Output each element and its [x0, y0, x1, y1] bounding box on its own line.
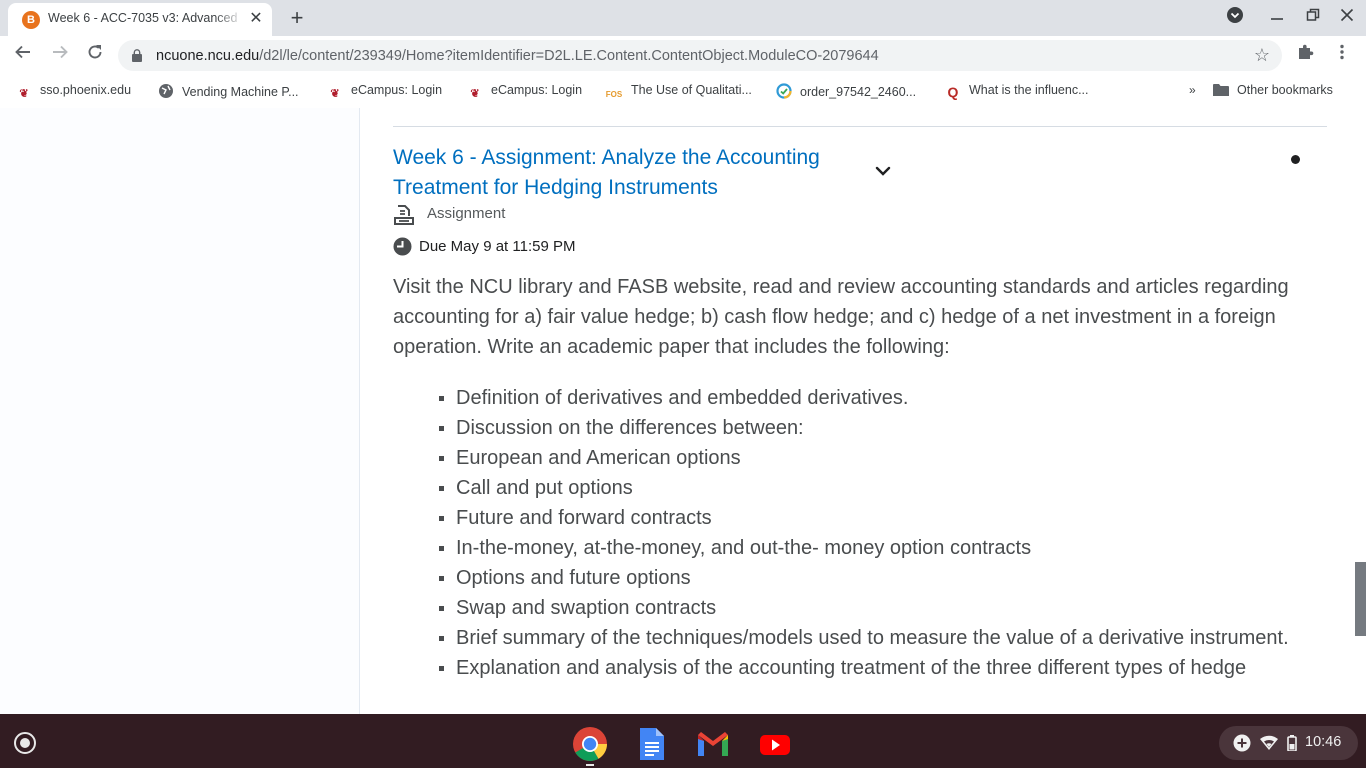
minimize-icon: [1271, 18, 1283, 20]
youtube-app-button[interactable]: [757, 726, 793, 762]
phoenix-icon: ❦: [19, 88, 29, 100]
minimize-button[interactable]: [1264, 6, 1290, 30]
tab-search-icon: [1227, 7, 1243, 23]
circle-check-icon: [776, 83, 792, 99]
back-button[interactable]: [9, 42, 37, 70]
launcher-button[interactable]: [14, 732, 36, 754]
list-item: Explanation and analysis of the accounti…: [439, 653, 1336, 683]
bullet: [439, 546, 444, 551]
docs-app-button[interactable]: [634, 726, 670, 762]
requirements-list: Definition of derivatives and embedded d…: [439, 383, 1336, 683]
bookmark-item[interactable]: Vending Machine P...: [158, 83, 299, 101]
table-of-contents-panel: [0, 108, 360, 714]
add-circle-icon: [1233, 734, 1251, 752]
list-item: Future and forward contracts: [439, 503, 1336, 533]
browser-menu-button[interactable]: [1328, 42, 1356, 70]
google-docs-icon: [640, 728, 664, 760]
kebab-menu-icon: [1340, 44, 1344, 60]
chrome-icon: [573, 727, 607, 761]
list-item: Swap and swaption contracts: [439, 593, 1336, 623]
close-window-button[interactable]: [1334, 6, 1360, 30]
list-item: In-the-money, at-the-money, and out-the-…: [439, 533, 1336, 563]
tab-title: Week 6 - ACC-7035 v3: Advanced: [48, 11, 238, 25]
restore-icon: [1306, 8, 1320, 21]
list-item: Definition of derivatives and embedded d…: [439, 383, 1336, 413]
puzzle-icon: [1299, 44, 1314, 59]
bookmark-item[interactable]: ❦ sso.phoenix.edu: [16, 83, 131, 101]
fos-icon: FOS: [605, 90, 623, 99]
clock-icon: [393, 237, 412, 256]
bullet: [439, 426, 444, 431]
list-item: European and American options: [439, 443, 1336, 473]
assignment-description: Visit the NCU library and FASB website, …: [393, 276, 1289, 358]
globe-icon: [158, 83, 174, 99]
divider: [393, 126, 1327, 127]
youtube-icon: [760, 735, 790, 755]
other-bookmarks-folder[interactable]: Other bookmarks: [1213, 83, 1333, 101]
due-date-label: Due May 9 at 11:59 PM: [419, 238, 576, 255]
bookmark-item[interactable]: ❦ eCampus: Login: [467, 83, 582, 101]
scrollbar-thumb[interactable]: [1355, 562, 1366, 636]
new-tab-button[interactable]: +: [284, 5, 310, 31]
clock-time: 10:46: [1305, 734, 1342, 750]
forward-arrow-icon: [53, 45, 68, 59]
gmail-app-button[interactable]: [695, 726, 731, 762]
assignment-icon: [394, 205, 414, 225]
list-item: Discussion on the differences between:: [439, 413, 1336, 443]
bookmark-star-icon[interactable]: ☆: [1254, 44, 1270, 66]
phoenix-icon: ❦: [470, 88, 480, 100]
bookmark-item[interactable]: order_97542_2460...: [776, 83, 916, 101]
folder-icon: [1213, 83, 1229, 99]
reload-button[interactable]: [81, 42, 109, 70]
restore-button[interactable]: [1300, 6, 1326, 30]
page-content: Week 6 - Assignment: Analyze the Account…: [0, 108, 1366, 714]
chrome-app-button[interactable]: [572, 726, 608, 766]
gmail-icon: [698, 732, 728, 756]
os-shelf: 10:46: [0, 714, 1366, 768]
active-app-indicator: [586, 764, 594, 766]
chevron-down-icon[interactable]: [870, 158, 896, 184]
lock-icon: [132, 49, 142, 62]
bookmarks-overflow-button[interactable]: »: [1189, 83, 1196, 101]
tab-search-button[interactable]: [1222, 6, 1248, 30]
bookmarks-bar: ❦ sso.phoenix.edu Vending Machine P... ❦ e…: [0, 76, 1366, 108]
status-tray[interactable]: 10:46: [1219, 726, 1358, 760]
topic-title[interactable]: Week 6 - Assignment: Analyze the Account…: [393, 143, 843, 203]
bullet: [439, 576, 444, 581]
url-text: ncuone.ncu.edu/d2l/le/content/239349/Hom…: [156, 48, 879, 64]
tab-strip: B Week 6 - ACC-7035 v3: Advanced ✕ +: [0, 0, 1366, 36]
bullet: [439, 516, 444, 521]
tab-close-icon[interactable]: ✕: [246, 7, 266, 31]
bullet: [439, 486, 444, 491]
close-window-icon: [1340, 8, 1354, 22]
reload-icon: [88, 45, 102, 59]
battery-icon: [1287, 735, 1297, 751]
list-item: Brief summary of the techniques/models u…: [439, 623, 1336, 653]
list-item: Options and future options: [439, 563, 1336, 593]
phoenix-icon: ❦: [330, 88, 340, 100]
quora-icon: Q: [947, 84, 959, 100]
address-bar[interactable]: ncuone.ncu.edu/d2l/le/content/239349/Hom…: [118, 40, 1282, 71]
browser-tab-active[interactable]: B Week 6 - ACC-7035 v3: Advanced ✕: [8, 3, 272, 36]
extensions-button[interactable]: [1291, 42, 1319, 70]
wifi-icon: [1260, 735, 1278, 750]
bookmark-item[interactable]: ❦ eCampus: Login: [327, 83, 442, 101]
bullet: [439, 636, 444, 641]
unread-indicator: [1291, 155, 1300, 164]
bullet: [439, 666, 444, 671]
bullet: [439, 396, 444, 401]
back-arrow-icon: [15, 45, 30, 59]
topic-type-label: Assignment: [427, 205, 506, 222]
bullet: [439, 456, 444, 461]
bookmark-item[interactable]: Q What is the influenc...: [945, 83, 1089, 101]
bullet: [439, 606, 444, 611]
bookmark-item[interactable]: FOS The Use of Qualitati...: [605, 83, 752, 101]
forward-button[interactable]: [46, 42, 74, 70]
browser-toolbar: ncuone.ncu.edu/d2l/le/content/239349/Hom…: [0, 36, 1366, 76]
brightspace-favicon-icon: B: [22, 11, 40, 29]
list-item: Call and put options: [439, 473, 1336, 503]
